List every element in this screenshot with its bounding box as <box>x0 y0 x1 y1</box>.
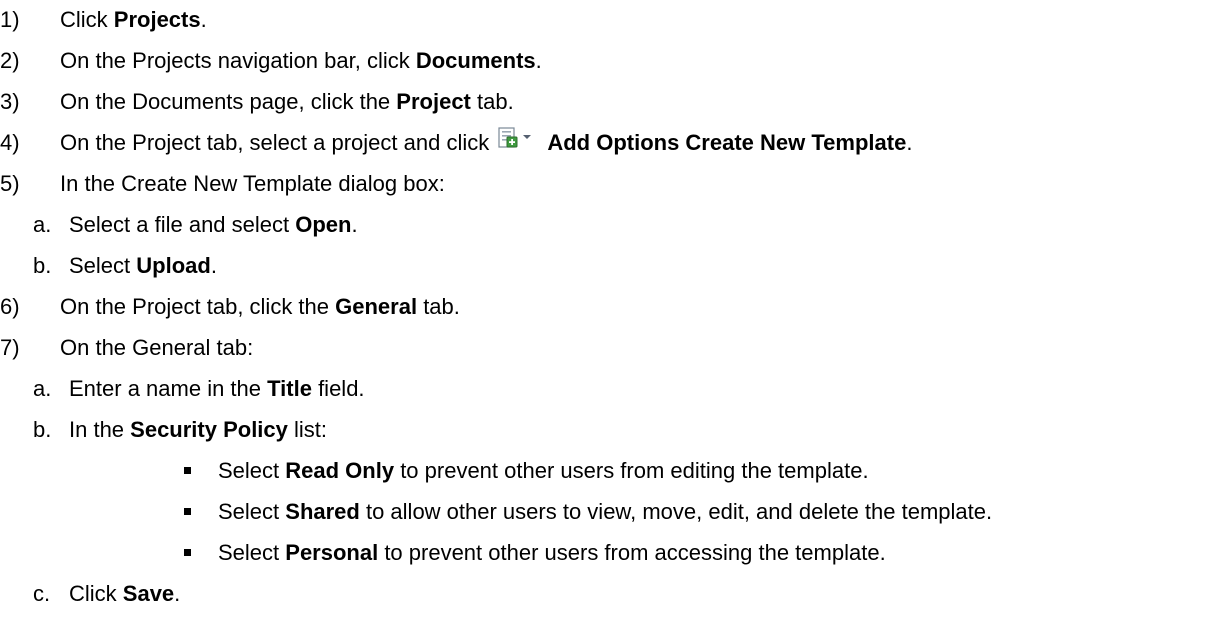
step-text: On the Projects navigation bar, click <box>60 48 416 73</box>
step-text-end: to prevent other users from accessing th… <box>378 540 886 565</box>
step-text: Select <box>218 499 286 524</box>
step-text-end: . <box>200 7 207 32</box>
step-3: 3) On the Documents page, click the Proje… <box>0 88 514 116</box>
step-text-end: field. <box>311 376 365 401</box>
step-5a: a. Select a file and select Open. <box>33 211 358 239</box>
bullet-marker <box>184 498 218 526</box>
step-2: 2) On the Projects navigation bar, click … <box>0 47 542 75</box>
step-text: Select a file and select <box>69 212 296 237</box>
bullet-marker <box>184 457 218 485</box>
substep-letter: b. <box>33 253 52 278</box>
step-text-end: list: <box>287 417 328 442</box>
ui-term: Shared <box>285 499 360 524</box>
step-text: On the Project tab, click the <box>60 294 336 319</box>
policy-shared: Select Shared to allow other users to vi… <box>184 498 992 526</box>
ui-term: Save <box>122 581 175 606</box>
step-text: In the <box>69 417 131 442</box>
step-text-end: to prevent other users from editing the … <box>394 458 869 483</box>
step-text: Select <box>69 253 137 278</box>
ui-term: General <box>335 294 418 319</box>
policy-read-only: Select Read Only to prevent other users … <box>184 457 869 485</box>
step-7a: a. Enter a name in the Title field. <box>33 375 365 403</box>
step-number: 4) <box>0 130 20 155</box>
ui-term: Upload <box>136 253 211 278</box>
step-7c: c. Click Save. <box>33 580 180 608</box>
substep-letter: b. <box>33 417 52 442</box>
step-number: 5) <box>0 171 20 196</box>
ui-term: Projects <box>113 7 201 32</box>
step-1: 1) Click Projects. <box>0 6 207 34</box>
bullet-marker <box>184 539 218 567</box>
step-text: Enter a name in the <box>69 376 268 401</box>
add-document-dropdown-icon <box>497 127 535 156</box>
step-text: On the Documents page, click the <box>60 89 397 114</box>
step-number: 2) <box>0 48 20 73</box>
ui-term: Title <box>267 376 312 401</box>
ui-term: Project <box>396 89 471 114</box>
ui-term: Add Options Create New Template <box>547 130 907 155</box>
step-number: 3) <box>0 89 20 114</box>
step-text: On the Project tab, select a project and… <box>60 130 496 155</box>
step-7: 7) On the General tab: <box>0 334 253 362</box>
step-6: 6) On the Project tab, click the General … <box>0 293 460 321</box>
ui-term: Read Only <box>285 458 395 483</box>
step-text-end: to allow other users to view, move, edit… <box>359 499 993 524</box>
step-5: 5) In the Create New Template dialog box: <box>0 170 445 198</box>
step-text-end: . <box>210 253 217 278</box>
step-number: 7) <box>0 335 20 360</box>
step-text: Select <box>218 540 286 565</box>
step-text: In the Create New Template dialog box: <box>60 171 445 196</box>
step-text-end: tab. <box>470 89 514 114</box>
ui-term: Open <box>295 212 352 237</box>
step-text: Click <box>69 581 123 606</box>
step-number: 6) <box>0 294 20 319</box>
step-5b: b. Select Upload. <box>33 252 217 280</box>
ui-term: Security Policy <box>130 417 288 442</box>
step-text-end: . <box>351 212 358 237</box>
step-text: Click <box>60 7 114 32</box>
step-number: 1) <box>0 7 20 32</box>
step-text: Select <box>218 458 286 483</box>
step-text-end: tab. <box>417 294 460 319</box>
step-text: On the General tab: <box>60 335 254 360</box>
step-text-end: . <box>535 48 542 73</box>
step-4: 4) On the Project tab, select a project a… <box>0 127 913 157</box>
instruction-document: 1) Click Projects. 2) On the Projects navi… <box>0 0 1228 622</box>
substep-letter: a. <box>33 212 52 237</box>
step-7b: b. In the Security Policy list: <box>33 416 327 444</box>
step-text-end: . <box>174 581 181 606</box>
ui-term: Documents <box>415 48 536 73</box>
substep-letter: c. <box>33 581 51 606</box>
ui-term: Personal <box>285 540 379 565</box>
substep-letter: a. <box>33 376 52 401</box>
policy-personal: Select Personal to prevent other users f… <box>184 539 886 567</box>
step-text-end: . <box>906 130 913 155</box>
